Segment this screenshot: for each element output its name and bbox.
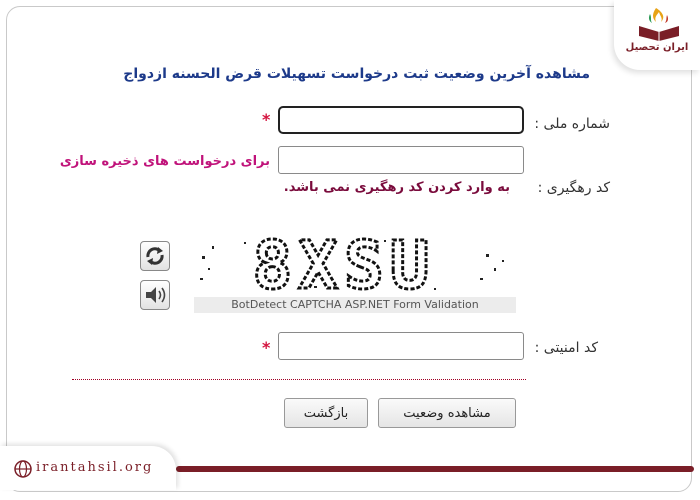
captcha-graphic: 8XSU [200,234,504,296]
captcha-caption: BotDetect CAPTCHA ASP.NET Form Validatio… [194,297,516,313]
speaker-icon [146,287,166,303]
footer-accent-line [176,466,694,472]
reload-icon [146,247,164,265]
page-title: مشاهده آخرین وضعیت ثبت درخواست تسهیلات ق… [123,66,590,82]
back-button[interactable]: بازگشت [284,398,368,428]
security-code-required-mark: * [262,338,271,357]
security-code-label: کد امنیتی : [534,340,598,356]
captcha-reload-button[interactable] [140,241,170,271]
national-id-label: شماره ملی : [534,116,610,132]
logo-text: ایران تحصیل [625,42,689,53]
section-divider [72,379,526,380]
tracking-hint-right: برای درخواست های ذخیره سازی [59,154,270,169]
captcha-text: 8XSU [253,234,436,296]
view-status-button[interactable]: مشاهده وضعیت [378,398,516,428]
book-flame-logo-icon [639,8,679,41]
tracking-hint-below: به وارد کردن کد رهگیری نمی باشد. [283,180,510,195]
captcha-image: 8XSU BotDetect CAPTCHA ASP.NET Form Vali… [194,234,516,314]
site-logo[interactable]: ایران تحصیل [614,0,700,70]
tracking-code-field[interactable] [278,146,524,174]
security-code-field[interactable] [278,332,524,360]
national-id-field[interactable] [278,106,524,134]
footer-url[interactable]: irantahsil.org [36,460,153,475]
captcha-sound-button[interactable] [140,280,170,310]
tracking-code-label: کد رهگیری : [537,180,610,196]
national-id-required-mark: * [262,110,271,129]
globe-icon [14,460,32,478]
